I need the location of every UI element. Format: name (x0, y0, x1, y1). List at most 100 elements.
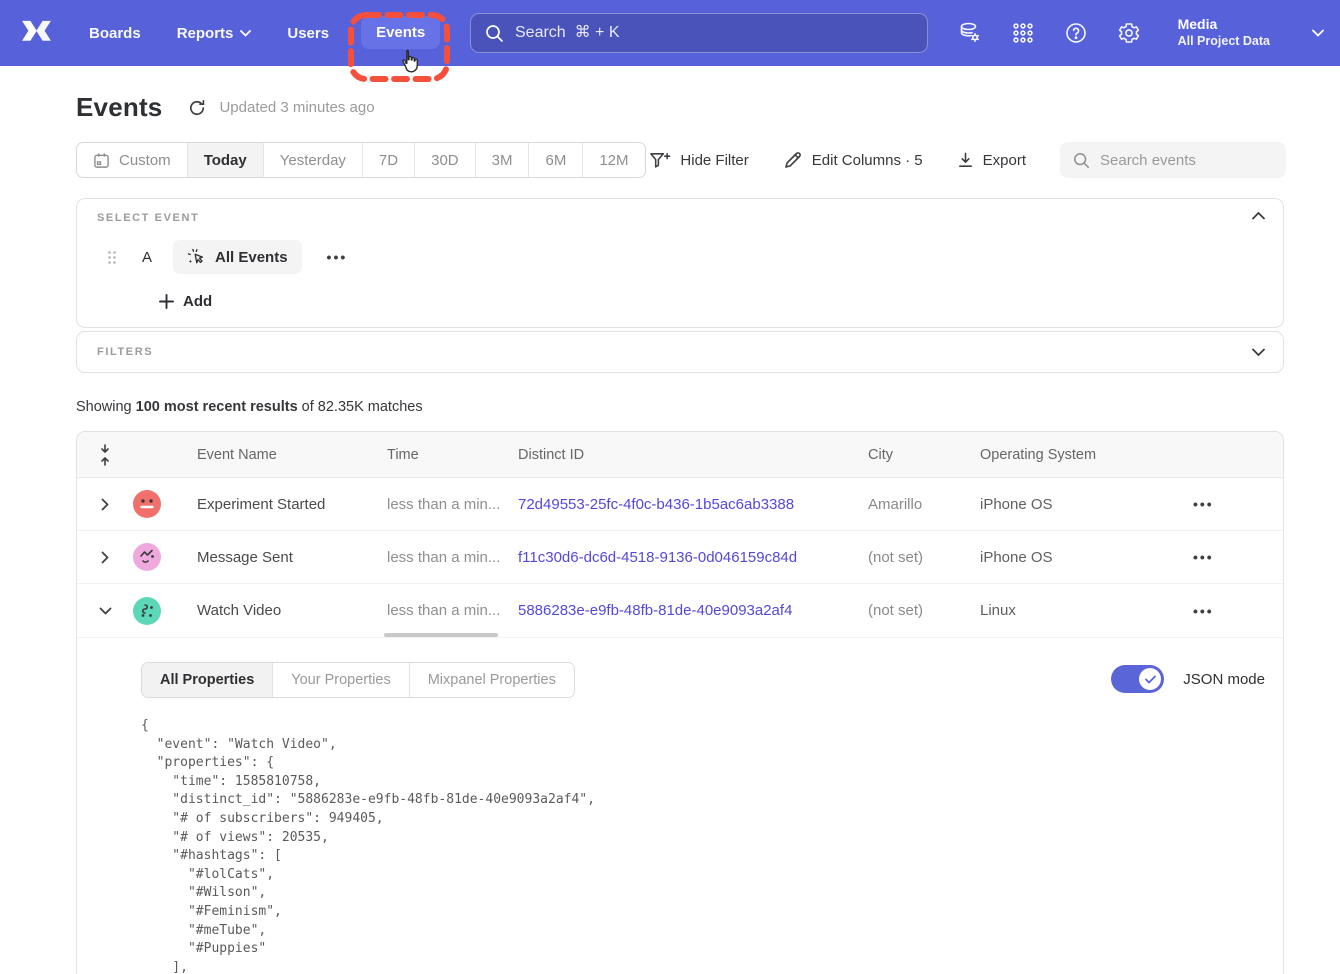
apps-grid-icon[interactable] (1011, 21, 1035, 45)
nav-item-events[interactable]: Events (361, 16, 440, 49)
cell-event-name: Message Sent (197, 549, 387, 566)
cell-distinct-id-link[interactable]: 72d49553-25fc-4f0c-b436-1b5ac6ab3388 (518, 496, 868, 513)
range-label: Custom (119, 152, 171, 169)
filters-panel[interactable]: FILTERS (76, 331, 1284, 373)
cell-os: Linux (980, 602, 1165, 619)
nav-item-reports-label: Reports (177, 25, 234, 42)
table-row[interactable]: Message Sent less than a min... f11c30d6… (77, 531, 1283, 584)
pencil-icon (783, 150, 803, 170)
results-summary-prefix: Showing (76, 399, 136, 415)
range-custom[interactable]: Custom (77, 143, 188, 177)
chevron-down-icon[interactable] (1312, 29, 1324, 37)
table-row[interactable]: Experiment Started less than a min... 72… (77, 478, 1283, 531)
json-mode-label: JSON mode (1183, 671, 1265, 688)
events-search-input[interactable] (1100, 152, 1273, 169)
mouse-cursor-icon (398, 49, 418, 74)
clause-letter: A (142, 249, 152, 266)
toolbar: Custom Today Yesterday 7D 30D 3M 6M 12M … (76, 142, 1286, 178)
column-header-distinct-id[interactable]: Distinct ID (518, 447, 868, 463)
collapse-all-rows-icon[interactable] (98, 444, 112, 466)
results-summary-suffix: of 82.35K matches (298, 399, 423, 415)
nav-item-boards[interactable]: Boards (89, 25, 141, 42)
cell-event-name: Watch Video (197, 602, 387, 619)
filter-funnel-icon (649, 151, 671, 170)
table-header-row: Event Name Time Distinct ID City Operati… (77, 432, 1283, 478)
event-selector-chip[interactable]: All Events (173, 240, 302, 274)
event-json-viewer[interactable]: { "event": "Watch Video", "properties": … (141, 717, 1263, 974)
data-management-icon[interactable] (958, 21, 982, 45)
collapse-section-icon[interactable] (1252, 212, 1265, 220)
cell-time: less than a min... (387, 549, 518, 566)
range-yesterday[interactable]: Yesterday (264, 143, 363, 177)
cell-city: Amarillo (868, 496, 980, 513)
events-search[interactable] (1060, 142, 1286, 178)
settings-gear-icon[interactable] (1117, 21, 1141, 45)
select-event-panel: SELECT EVENT A All Events ••• Add (76, 198, 1284, 328)
cell-distinct-id-link[interactable]: f11c30d6-dc6d-4518-9136-0d046159c84d (518, 549, 868, 566)
help-icon[interactable] (1064, 21, 1088, 45)
nav-item-users[interactable]: Users (287, 25, 329, 42)
chevron-right-icon[interactable] (101, 551, 109, 564)
drag-handle-icon[interactable] (107, 250, 117, 265)
event-clause-row: A All Events ••• (107, 240, 347, 274)
cell-distinct-id-link[interactable]: 5886283e-e9fb-48fb-81de-40e9093a2af4 (518, 602, 868, 619)
hide-filter-button[interactable]: Hide Filter (649, 151, 748, 170)
range-6m[interactable]: 6M (529, 143, 583, 177)
column-header-event-name[interactable]: Event Name (197, 447, 387, 463)
calendar-icon (93, 152, 110, 169)
tab-your-properties[interactable]: Your Properties (273, 663, 409, 697)
row-more-button[interactable]: ••• (1165, 603, 1284, 619)
row-more-button[interactable]: ••• (1165, 549, 1284, 565)
add-label: Add (183, 293, 212, 310)
event-avatar (133, 490, 161, 518)
select-event-label: SELECT EVENT (97, 212, 199, 224)
event-sparkle-cursor-icon (187, 248, 206, 267)
json-mode-toggle[interactable] (1111, 665, 1164, 693)
results-summary: Showing 100 most recent results of 82.35… (76, 399, 423, 415)
add-event-button[interactable]: Add (159, 293, 212, 310)
range-12m[interactable]: 12M (583, 143, 644, 177)
table-row-expanded[interactable]: Watch Video less than a min... 5886283e-… (77, 584, 1283, 637)
page-title: Events (76, 92, 162, 123)
results-summary-count: 100 most recent results (136, 399, 298, 415)
cell-city: (not set) (868, 602, 980, 619)
column-header-time[interactable]: Time (387, 447, 518, 463)
export-button[interactable]: Export (957, 151, 1026, 169)
top-navbar: Boards Reports Users Events (0, 0, 1340, 66)
row-more-button[interactable]: ••• (1165, 496, 1284, 512)
cell-time: less than a min... (387, 496, 518, 513)
check-icon (1145, 675, 1156, 684)
chevron-down-icon (240, 30, 251, 37)
column-header-os[interactable]: Operating System (980, 447, 1165, 463)
nav-item-reports[interactable]: Reports (177, 25, 252, 42)
chevron-right-icon[interactable] (101, 498, 109, 511)
clause-more-button[interactable]: ••• (327, 249, 348, 265)
refresh-status: Updated 3 minutes ago (188, 99, 374, 117)
updated-timestamp: Updated 3 minutes ago (219, 99, 374, 116)
event-avatar (133, 597, 161, 625)
export-label: Export (983, 152, 1026, 169)
tab-all-properties[interactable]: All Properties (142, 663, 273, 697)
range-today[interactable]: Today (188, 143, 264, 177)
refresh-icon[interactable] (188, 99, 206, 117)
global-search-input[interactable] (515, 24, 913, 42)
range-7d[interactable]: 7D (363, 143, 415, 177)
project-selector[interactable]: Media All Project Data (1178, 16, 1270, 49)
plus-icon (159, 294, 174, 309)
global-search[interactable] (470, 13, 928, 53)
range-3m[interactable]: 3M (476, 143, 530, 177)
edit-columns-button[interactable]: Edit Columns · 5 (783, 150, 923, 170)
range-30d[interactable]: 30D (415, 143, 476, 177)
cell-os: iPhone OS (980, 496, 1165, 513)
nav-item-boards-label: Boards (89, 25, 141, 42)
column-header-city[interactable]: City (868, 447, 980, 463)
project-scope: All Project Data (1178, 34, 1270, 50)
cell-time: less than a min... (387, 602, 518, 619)
page-header: Events Updated 3 minutes ago (76, 92, 375, 123)
tab-mixpanel-properties[interactable]: Mixpanel Properties (410, 663, 574, 697)
nav-item-events-wrapper: Events (361, 24, 440, 42)
expand-section-icon[interactable] (1252, 348, 1265, 356)
project-name: Media (1178, 16, 1270, 34)
chevron-down-icon[interactable] (99, 607, 112, 615)
mixpanel-logo-icon[interactable] (20, 20, 53, 47)
